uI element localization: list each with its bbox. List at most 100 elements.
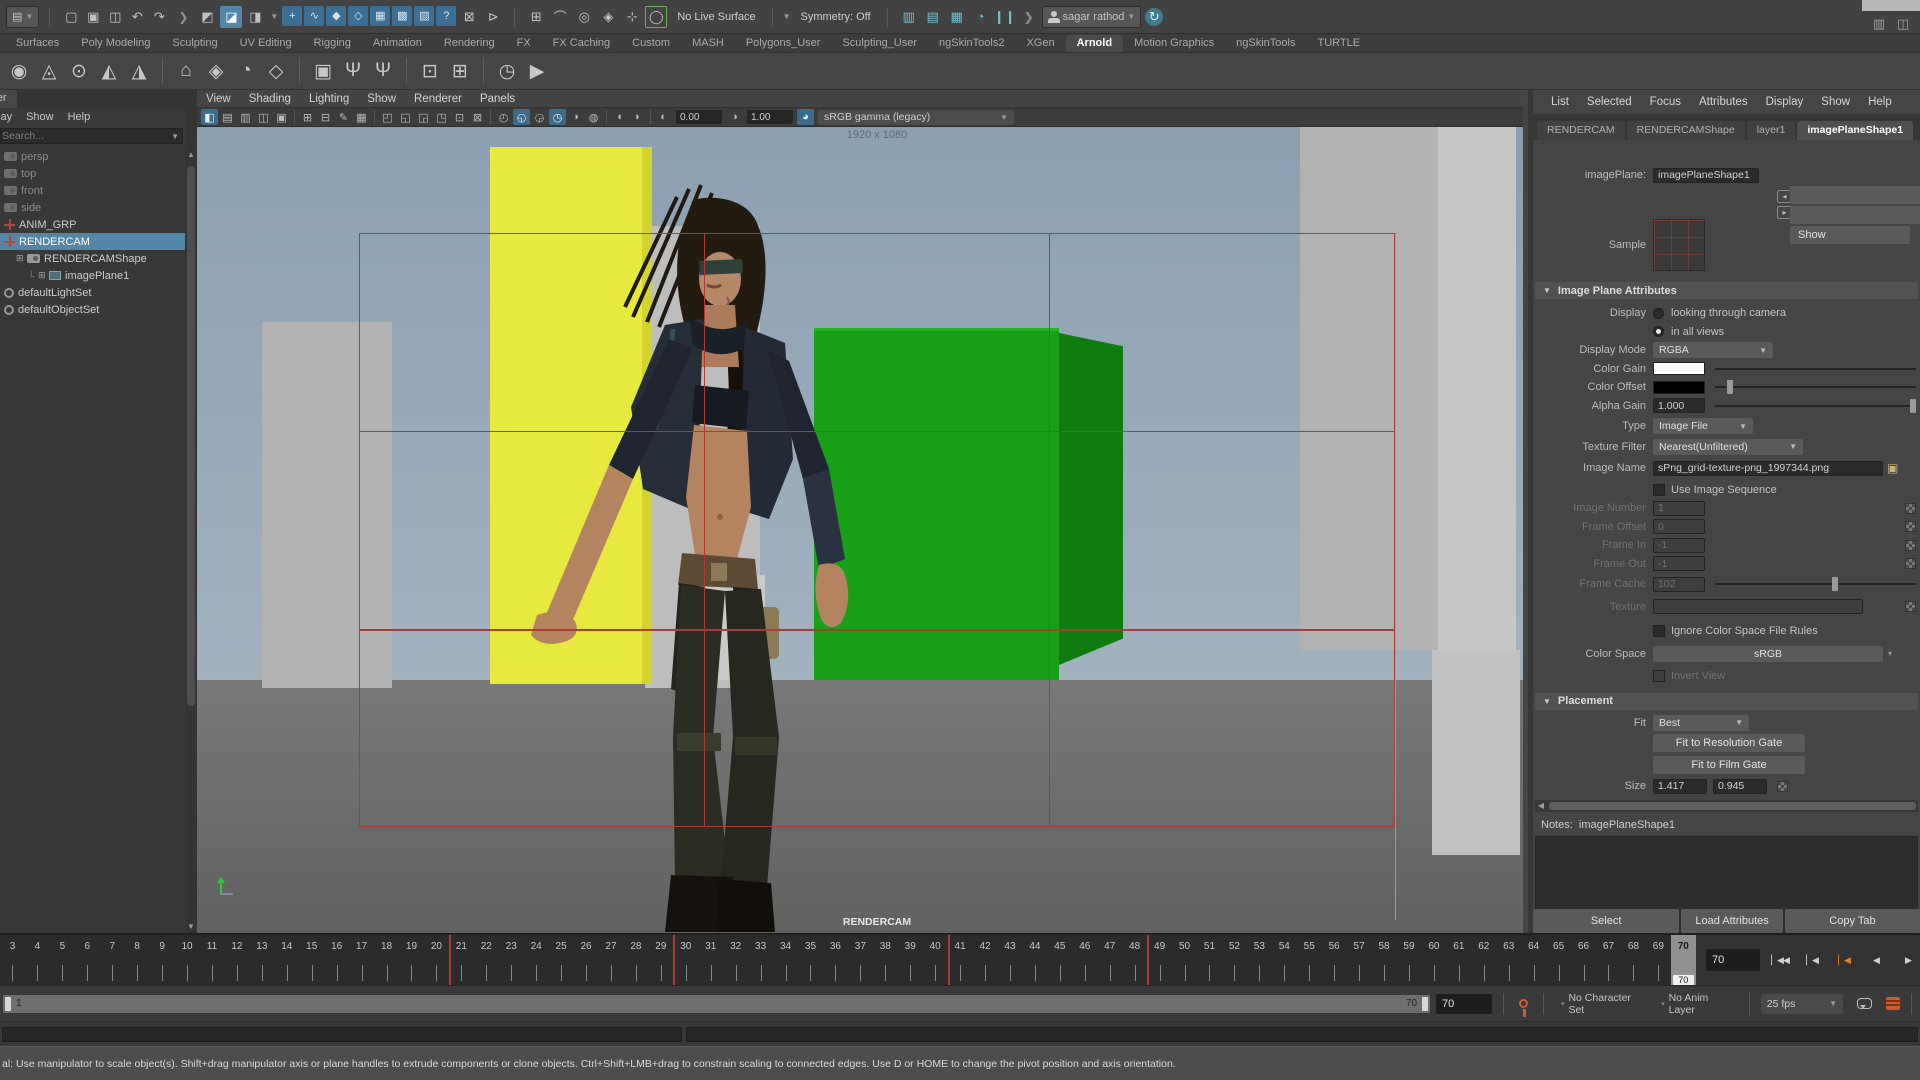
render-icon[interactable]: ▤ <box>922 6 944 28</box>
scroll-left-icon[interactable]: ◀ <box>1535 801 1547 810</box>
file-icon[interactable]: ▣ <box>82 6 104 28</box>
image-name-field[interactable]: sPng_grid-texture-png_1997344.png <box>1653 461 1883 476</box>
radio-looking-through-camera[interactable] <box>1653 308 1664 319</box>
viewport-toggle-icon[interactable] <box>294 110 295 124</box>
attribute-editor-menu-item[interactable]: Attributes <box>1691 96 1756 108</box>
scroll-up-icon[interactable]: ▲ <box>185 150 197 159</box>
attribute-editor-menu-item[interactable]: Selected <box>1579 96 1640 108</box>
symmetry-selector[interactable]: Symmetry: Off <box>795 11 877 23</box>
shelf-tool-icon[interactable]: ◉ <box>4 56 34 86</box>
step-back-key-button[interactable]: ▏◀ <box>1832 948 1856 972</box>
color-space-menu-icon[interactable]: ▾ <box>1888 649 1892 658</box>
mel-command-input[interactable] <box>2 1027 682 1042</box>
shelf-tab[interactable]: Rendering <box>433 35 506 52</box>
color-offset-swatch[interactable] <box>1653 381 1705 394</box>
shelf-tool-icon[interactable] <box>406 58 407 84</box>
connection-icon[interactable] <box>1905 503 1916 514</box>
type-dropdown[interactable]: Image File▼ <box>1653 418 1753 434</box>
snap-icon[interactable]: ◯ <box>645 6 667 28</box>
viewport-toggle-icon[interactable] <box>606 110 607 124</box>
shelf-tab[interactable]: Motion Graphics <box>1123 35 1225 52</box>
snap-icon[interactable]: ⊞ <box>525 6 547 28</box>
selection-mask-icon[interactable]: ▧ <box>414 6 434 26</box>
shelf-tool-icon[interactable]: ⊙ <box>64 56 94 86</box>
character-set-selector[interactable]: ▾No Character Set <box>1555 992 1649 1016</box>
render-icon[interactable]: ▥ <box>898 6 920 28</box>
attribute-editor-menu-item[interactable]: Help <box>1860 96 1900 108</box>
shelf-tool-icon[interactable]: ◬ <box>34 56 64 86</box>
outliner-menu-item[interactable]: Help <box>68 111 91 123</box>
outliner-scrollbar[interactable]: ▲ ▼ <box>185 90 197 933</box>
color-management-icon[interactable]: ◕ <box>797 109 814 125</box>
shelf-tab[interactable]: Sculpting <box>161 35 228 52</box>
viewport-menu-item[interactable]: Show <box>358 93 405 105</box>
viewport-toggle-icon[interactable]: ▣ <box>273 109 290 125</box>
viewport-menu-item[interactable]: Shading <box>240 93 300 105</box>
outliner-item[interactable]: └ ⊞ imagePlane1 <box>0 267 185 284</box>
viewport-toggle-icon[interactable]: ◰ <box>379 109 396 125</box>
viewport-toggle-icon[interactable]: ✎ <box>335 109 352 125</box>
outliner-item[interactable]: └ ⊞ persp <box>0 148 185 165</box>
shelf-tool-icon[interactable]: ◷ <box>492 56 522 86</box>
outliner-menu-item[interactable]: Display <box>0 111 12 123</box>
shelf-tool-icon[interactable]: ⊞ <box>445 56 475 86</box>
snap-icon[interactable]: ⌒ <box>549 6 571 28</box>
shelf-tab[interactable]: Arnold <box>1066 35 1123 52</box>
shelf-tool-icon[interactable]: ▶ <box>522 56 552 86</box>
image-plane-name-field[interactable]: imagePlaneShape1 <box>1653 168 1759 183</box>
animation-end-time-field[interactable]: 70 <box>1436 994 1492 1014</box>
frame-cache-slider[interactable] <box>1715 583 1916 585</box>
animation-preferences-icon[interactable] <box>1886 997 1900 1010</box>
view-transform-dropdown[interactable]: sRGB gamma (legacy)▼ <box>818 110 1014 125</box>
shelf-tool-icon[interactable]: ◔ <box>231 56 261 86</box>
outliner-item[interactable]: └ ⊞ side <box>0 199 185 216</box>
attribute-editor-menu-item[interactable]: Show <box>1813 96 1858 108</box>
outliner-item[interactable]: └ ⊞ top <box>0 165 185 182</box>
shelf-tab[interactable]: ngSkinTools <box>1225 35 1306 52</box>
outliner-menu-item[interactable]: Show <box>26 111 54 123</box>
texture-sample-swatch[interactable] <box>1653 219 1705 271</box>
section-placement[interactable]: ▼ Placement <box>1535 693 1918 710</box>
size-width-field[interactable]: 1.417 <box>1653 779 1707 794</box>
color-space-dropdown[interactable]: sRGB <box>1653 646 1883 662</box>
attribute-editor-tab[interactable]: layer1 <box>1747 121 1796 140</box>
outliner-tab[interactable]: Outliner <box>0 90 17 108</box>
viewport-toggle-icon[interactable]: ◵ <box>513 109 530 125</box>
current-time-field[interactable]: 70 <box>1706 949 1760 971</box>
outliner-item[interactable]: └ ⊞ defaultObjectSet <box>0 301 185 318</box>
go-to-start-button[interactable]: ▏◀◀ <box>1768 948 1792 972</box>
section-image-plane-attributes[interactable]: ▼ Image Plane Attributes <box>1535 282 1918 299</box>
color-gain-swatch[interactable] <box>1653 362 1705 375</box>
viewport-toggle-icon[interactable]: ⊞ <box>299 109 316 125</box>
shelf-tool-icon[interactable]: Ψ <box>368 56 398 86</box>
focus-button[interactable]: Focus <box>1790 186 1920 204</box>
shelf-tool-icon[interactable]: ◭ <box>94 56 124 86</box>
gamma-icon[interactable]: ◑ <box>726 109 743 125</box>
selection-mask-icon[interactable]: ◇ <box>348 6 368 26</box>
attribute-editor-menu-item[interactable]: List <box>1543 96 1577 108</box>
snap-icon[interactable]: ◎ <box>573 6 595 28</box>
connection-icon[interactable] <box>1905 558 1916 569</box>
viewport-menu-item[interactable]: Panels <box>471 93 524 105</box>
render-icon[interactable]: ◔ <box>970 6 992 28</box>
outliner-item[interactable]: └ ⊞ RENDERCAM <box>0 233 185 250</box>
selection-mode-icon[interactable]: ◩ <box>196 6 218 28</box>
radio-in-all-views[interactable] <box>1653 326 1664 337</box>
selection-mask-icon[interactable]: ∿ <box>304 6 324 26</box>
play-forwards-button[interactable]: ▶ <box>1896 948 1920 972</box>
shelf-tool-icon[interactable] <box>483 58 484 84</box>
snap-icon[interactable]: ◈ <box>597 6 619 28</box>
user-account-menu[interactable]: sagar rathod ▼ <box>1042 6 1142 28</box>
shelf-tool-icon[interactable]: ▣ <box>308 56 338 86</box>
attribute-editor-tab[interactable]: RENDERCAM <box>1537 121 1625 140</box>
viewport-toggle-icon[interactable]: ◧ <box>201 109 218 125</box>
file-icon[interactable]: ↶ <box>126 6 148 28</box>
ignore-color-space-rules-checkbox[interactable] <box>1653 625 1665 637</box>
viewport-toggle-icon[interactable]: ◶ <box>531 109 548 125</box>
color-gain-slider[interactable] <box>1715 368 1916 370</box>
outliner-item[interactable]: └ ⊞ front <box>0 182 185 199</box>
presets-button[interactable]: Presets <box>1790 206 1920 224</box>
shelf-tab[interactable]: Sculpting_User <box>831 35 928 52</box>
menu-set-selector[interactable]: ▤▼ <box>6 6 39 28</box>
shelf-tab[interactable]: Surfaces <box>5 35 70 52</box>
